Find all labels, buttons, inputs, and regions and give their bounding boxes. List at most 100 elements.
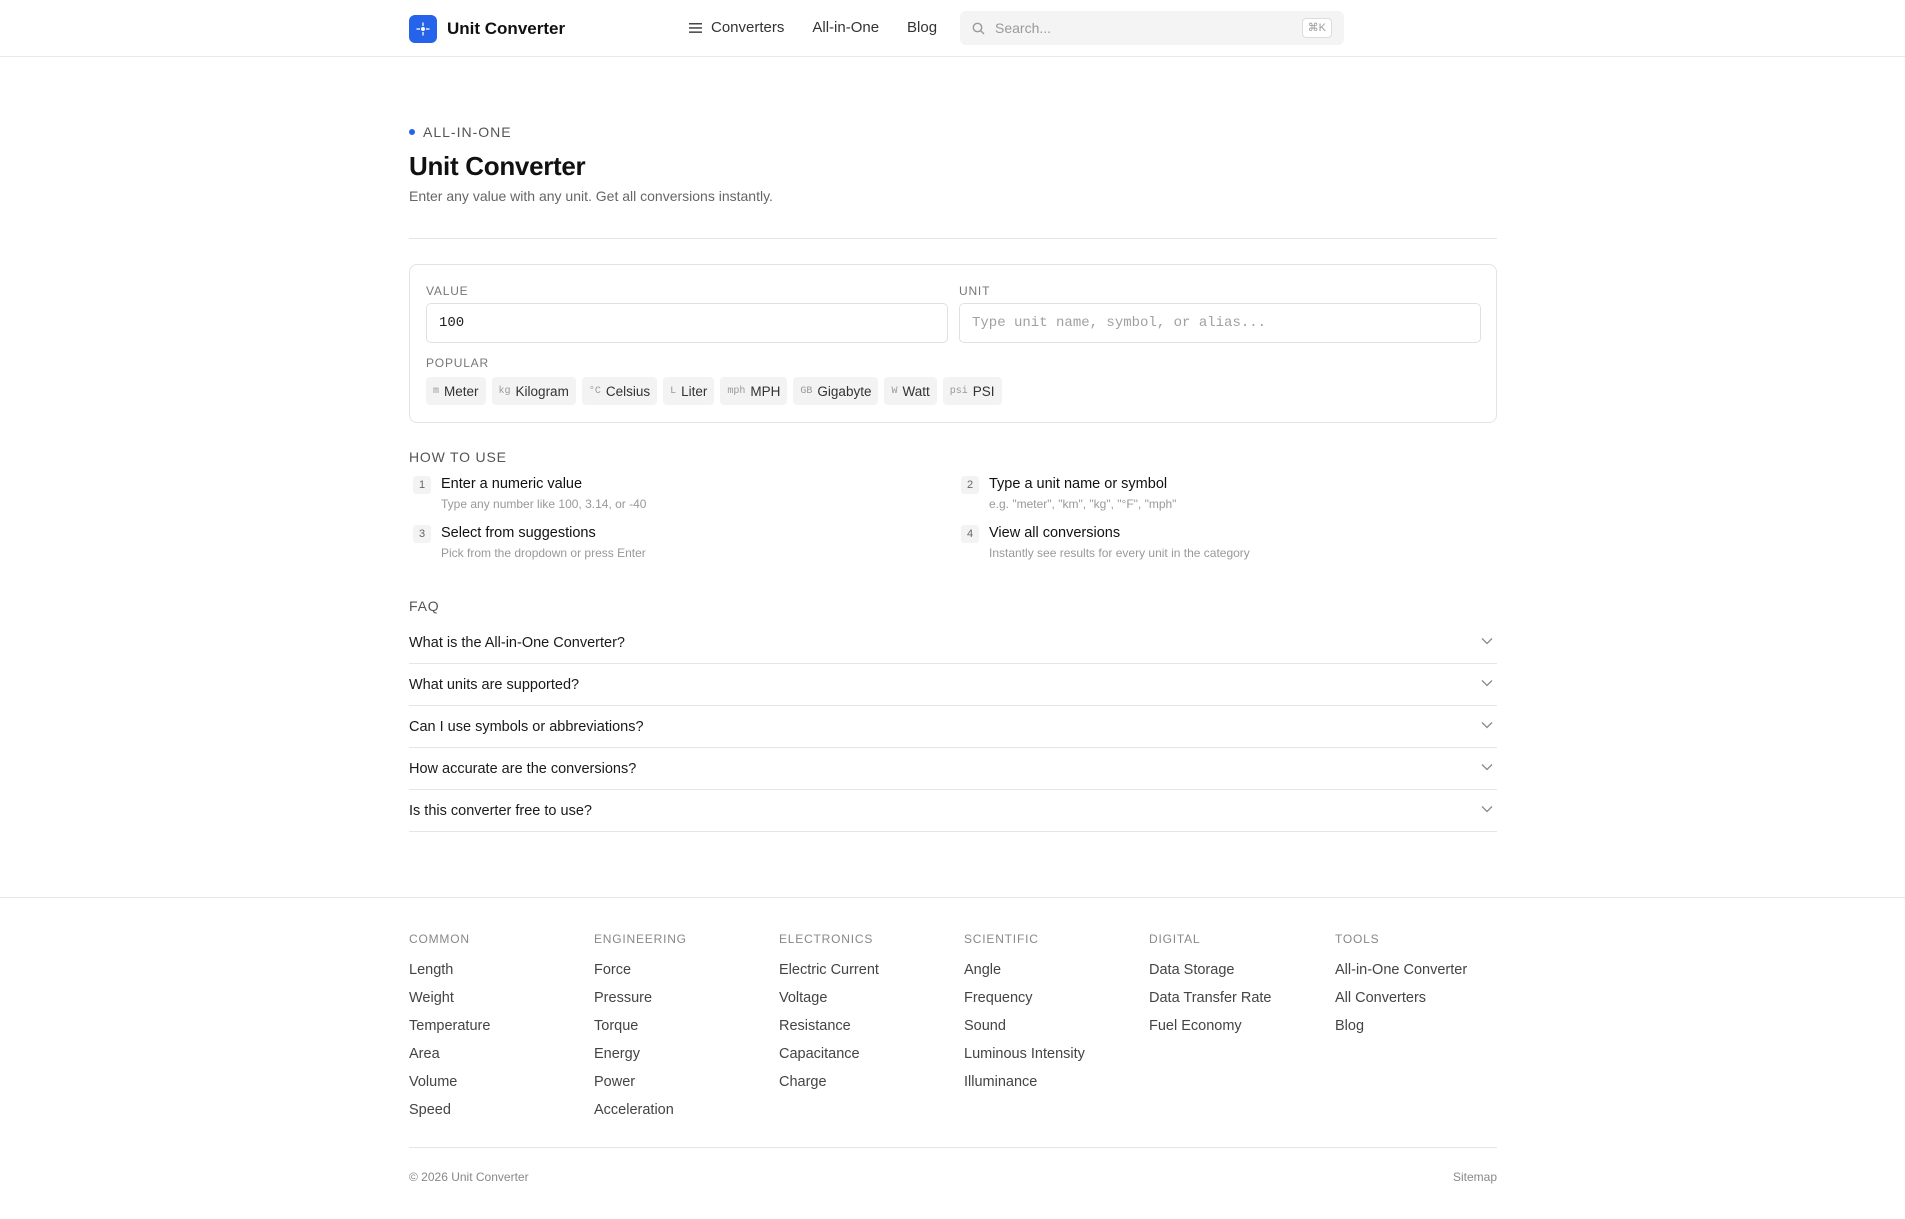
footer-link[interactable]: Sound: [964, 1018, 1085, 1035]
footer-heading: SCIENTIFIC: [964, 932, 1039, 946]
footer-link[interactable]: Power: [594, 1074, 687, 1091]
step-description: Instantly see results for every unit in …: [989, 546, 1250, 560]
footer-link[interactable]: Speed: [409, 1102, 490, 1119]
faq-item[interactable]: Is this converter free to use?: [409, 790, 1497, 832]
eyebrow: ALL-IN-ONE: [409, 124, 512, 140]
nav-all-in-one[interactable]: All-in-One: [812, 19, 879, 36]
faq-heading: FAQ: [409, 598, 440, 614]
footer-link[interactable]: Resistance: [779, 1018, 879, 1035]
footer-link[interactable]: Area: [409, 1046, 490, 1063]
footer-link[interactable]: All-in-One Converter: [1335, 962, 1467, 979]
faq-item[interactable]: How accurate are the conversions?: [409, 748, 1497, 790]
footer-link[interactable]: Blog: [1335, 1018, 1467, 1035]
popular-chip-psi[interactable]: psi PSI: [942, 377, 1002, 405]
footer-link[interactable]: All Converters: [1335, 990, 1467, 1007]
chip-name: Gigabyte: [817, 383, 872, 399]
chip-symbol: mph: [727, 385, 746, 397]
footer-divider: [409, 1147, 1497, 1148]
chevron-down-icon: [1481, 638, 1493, 645]
footer-link[interactable]: Capacitance: [779, 1046, 879, 1063]
faq-item[interactable]: What units are supported?: [409, 664, 1497, 706]
step-description: e.g. "meter", "km", "kg", "°F", "mph": [989, 497, 1177, 511]
footer-link[interactable]: Data Storage: [1149, 962, 1272, 979]
brand-link[interactable]: Unit Converter: [409, 15, 565, 43]
step-description: Type any number like 100, 3.14, or -40: [441, 497, 647, 511]
divider: [409, 238, 1497, 239]
footer-link[interactable]: Length: [409, 962, 490, 979]
step-title: Type a unit name or symbol: [989, 476, 1168, 492]
nav-blog[interactable]: Blog: [907, 19, 937, 36]
footer-link[interactable]: Volume: [409, 1074, 490, 1091]
step-title: View all conversions: [989, 525, 1121, 541]
footer-link[interactable]: Charge: [779, 1074, 879, 1091]
nav-all-in-one-label: All-in-One: [812, 19, 880, 36]
faq-item[interactable]: Can I use symbols or abbreviations?: [409, 706, 1497, 748]
popular-chip-kilogram[interactable]: kg Kilogram: [491, 377, 576, 405]
popular-chip-mph[interactable]: mph MPH: [720, 377, 788, 405]
page-title: Unit Converter: [409, 151, 586, 181]
faq-question: What units are supported?: [409, 677, 580, 693]
value-label: VALUE: [426, 284, 469, 298]
faq-question: What is the All-in-One Converter?: [409, 635, 625, 651]
search-shortcut-badge: ⌘K: [1301, 18, 1332, 38]
brand-name: Unit Converter: [447, 19, 566, 38]
step-title: Enter a numeric value: [441, 476, 583, 492]
chip-symbol: kg: [498, 385, 511, 397]
footer-link[interactable]: Data Transfer Rate: [1149, 990, 1272, 1007]
search-input[interactable]: [995, 20, 1285, 36]
popular-units: m Meter kg Kilogram °C Celsius L Liter m…: [426, 377, 1008, 405]
page-subtitle: Enter any value with any unit. Get all c…: [409, 188, 773, 204]
value-input[interactable]: [426, 303, 948, 343]
chip-symbol: m: [433, 385, 440, 397]
footer-link[interactable]: Temperature: [409, 1018, 490, 1035]
footer-heading: ENGINEERING: [594, 932, 687, 946]
footer-column-common: COMMON Length Weight Temperature Area Vo…: [409, 932, 490, 1130]
chip-name: Watt: [902, 383, 930, 399]
popular-chip-watt[interactable]: W Watt: [884, 377, 937, 405]
chevron-down-icon: [1481, 680, 1493, 687]
chevron-down-icon: [1481, 806, 1493, 813]
search-box[interactable]: ⌘K: [960, 11, 1344, 45]
footer-link[interactable]: Frequency: [964, 990, 1085, 1007]
site-header: Unit Converter Converters All-in-One Blo…: [0, 0, 1905, 57]
footer-link[interactable]: Acceleration: [594, 1102, 687, 1119]
footer-link[interactable]: Energy: [594, 1046, 687, 1063]
nav-converters[interactable]: Converters: [689, 19, 784, 36]
footer-link[interactable]: Illuminance: [964, 1074, 1085, 1091]
sitemap-link[interactable]: Sitemap: [1453, 1170, 1497, 1184]
footer-top-border: [0, 897, 1905, 898]
footer-column-engineering: ENGINEERING Force Pressure Torque Energy…: [594, 932, 687, 1130]
converter-card: VALUE UNIT POPULAR m Meter kg Kilogram °…: [409, 264, 1497, 423]
brand-logo-icon: [409, 15, 437, 43]
footer-link[interactable]: Weight: [409, 990, 490, 1007]
faq-item[interactable]: What is the All-in-One Converter?: [409, 622, 1497, 664]
chip-symbol: L: [670, 385, 677, 397]
footer-link[interactable]: Electric Current: [779, 962, 879, 979]
nav-blog-label: Blog: [907, 19, 938, 36]
footer-column-tools: TOOLS All-in-One Converter All Converter…: [1335, 932, 1467, 1046]
chip-name: PSI: [972, 383, 995, 399]
unit-input[interactable]: [959, 303, 1481, 343]
how-to-heading: HOW TO USE: [409, 449, 507, 465]
step-title: Select from suggestions: [441, 525, 596, 541]
chip-symbol: °C: [588, 385, 601, 397]
footer-link[interactable]: Force: [594, 962, 687, 979]
faq-question: Is this converter free to use?: [409, 803, 592, 819]
popular-chip-meter[interactable]: m Meter: [426, 377, 486, 405]
chevron-down-icon: [1481, 722, 1493, 729]
popular-chip-liter[interactable]: L Liter: [663, 377, 715, 405]
footer-link[interactable]: Luminous Intensity: [964, 1046, 1085, 1063]
popular-chip-gigabyte[interactable]: GB Gigabyte: [793, 377, 879, 405]
chip-symbol: psi: [949, 385, 968, 397]
footer-link[interactable]: Pressure: [594, 990, 687, 1007]
eyebrow-label: ALL-IN-ONE: [423, 124, 512, 140]
step-number: 4: [961, 525, 979, 543]
footer-link[interactable]: Angle: [964, 962, 1085, 979]
popular-chip-celsius[interactable]: °C Celsius: [581, 377, 658, 405]
footer-link[interactable]: Fuel Economy: [1149, 1018, 1272, 1035]
step-number: 1: [413, 476, 431, 494]
footer-link[interactable]: Voltage: [779, 990, 879, 1007]
step-description: Pick from the dropdown or press Enter: [441, 546, 646, 560]
footer-link[interactable]: Torque: [594, 1018, 687, 1035]
chip-symbol: W: [891, 385, 898, 397]
